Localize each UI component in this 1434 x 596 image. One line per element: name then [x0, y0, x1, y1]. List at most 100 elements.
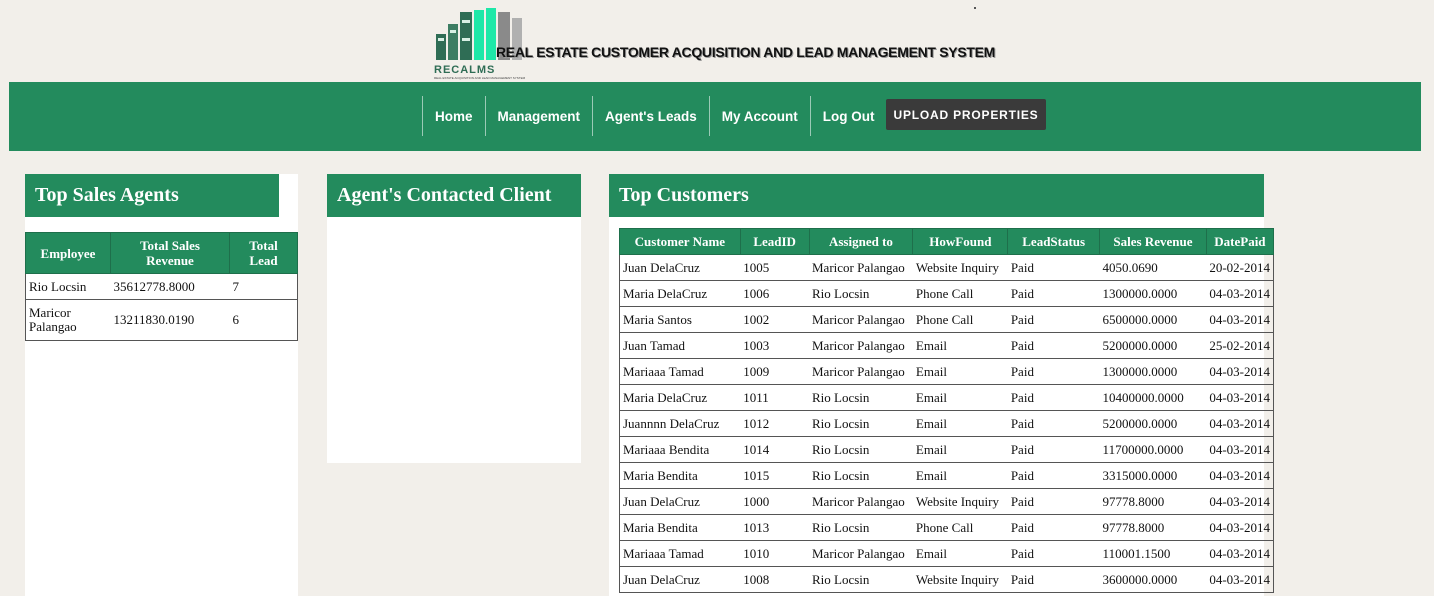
- cell-lead-id: 1011: [740, 384, 809, 411]
- top-customers-title: Top Customers: [609, 174, 1264, 217]
- cell-how-found: Email: [912, 384, 1008, 411]
- cell-sales-revenue: 5200000.0000: [1099, 410, 1207, 437]
- nav-management[interactable]: Management: [484, 96, 593, 136]
- table-row: Maria DelaCruz 1011 Rio Locsin Email Paid 104…: [619, 384, 1274, 411]
- cell-date-paid: 04-03-2014: [1206, 436, 1274, 463]
- cell-lead-id: 1006: [740, 280, 809, 307]
- cell-lead-status: Paid: [1007, 514, 1100, 541]
- cell-how-found: Phone Call: [912, 280, 1008, 307]
- table-row: Mariaaa Tamad 1009 Maricor Palangao Email Pa…: [619, 358, 1274, 385]
- cell-how-found: Phone Call: [912, 514, 1008, 541]
- cell-lead-id: 1000: [740, 488, 809, 515]
- cell-assigned-to: Maricor Palangao: [809, 332, 913, 359]
- cell-lead-id: 1010: [740, 540, 809, 567]
- table-row: Rio Locsin 35612778.8000 7: [25, 273, 298, 300]
- cell-how-found: Email: [912, 332, 1008, 359]
- cell-sales-revenue: 97778.8000: [1099, 514, 1207, 541]
- cell-sales-revenue: 1300000.0000: [1099, 280, 1207, 307]
- nav-menu: Home Management Agent's Leads My Account…: [422, 96, 887, 136]
- cell-date-paid: 04-03-2014: [1206, 358, 1274, 385]
- cell-sales-revenue: 4050.0690: [1099, 254, 1207, 281]
- main-navbar: Home Management Agent's Leads My Account…: [9, 82, 1421, 151]
- upload-properties-button[interactable]: UPLOAD PROPERTIES: [886, 99, 1046, 130]
- cell-lead-id: 1012: [740, 410, 809, 437]
- cell-customer-name: Juan Tamad: [619, 332, 741, 359]
- cell-revenue: 35612778.8000: [110, 273, 230, 300]
- cell-customer-name: Juan DelaCruz: [619, 566, 741, 593]
- cell-lead-status: Paid: [1007, 540, 1100, 567]
- cell-total-lead: 7: [229, 273, 298, 300]
- cell-lead-status: Paid: [1007, 410, 1100, 437]
- table-header-row: Customer Name LeadID Assigned to HowFoun…: [619, 228, 1275, 255]
- cell-assigned-to: Rio Locsin: [809, 514, 913, 541]
- cell-assigned-to: Maricor Palangao: [809, 488, 913, 515]
- cell-employee: Rio Locsin: [25, 273, 111, 300]
- cell-assigned-to: Rio Locsin: [809, 410, 913, 437]
- cell-assigned-to: Rio Locsin: [809, 566, 913, 593]
- site-title: REAL ESTATE CUSTOMER ACQUISITION AND LEA…: [496, 44, 996, 60]
- logo-subtext: REAL ESTATE ACQUISITION AND LEAD MANAGEM…: [434, 76, 526, 80]
- cell-lead-id: 1015: [740, 462, 809, 489]
- nav-my-account[interactable]: My Account: [708, 96, 810, 136]
- table-row: Maria Bendita 1013 Rio Locsin Phone Call Pai…: [619, 514, 1274, 541]
- cell-how-found: Email: [912, 410, 1008, 437]
- cell-assigned-to: Maricor Palangao: [809, 306, 913, 333]
- cell-customer-name: Juannnn DelaCruz: [619, 410, 741, 437]
- cell-lead-id: 1002: [740, 306, 809, 333]
- table-header-row: Employee Total Sales Revenue Total Lead: [25, 232, 298, 274]
- nav-log-out[interactable]: Log Out: [809, 96, 887, 136]
- cell-sales-revenue: 11700000.0000: [1099, 436, 1207, 463]
- cell-sales-revenue: 1300000.0000: [1099, 358, 1207, 385]
- nav-home[interactable]: Home: [422, 96, 485, 136]
- column-header: Sales Revenue: [1099, 228, 1207, 255]
- cell-customer-name: Mariaaa Tamad: [619, 358, 741, 385]
- cell-assigned-to: Rio Locsin: [809, 384, 913, 411]
- cell-sales-revenue: 110001.1500: [1099, 540, 1207, 567]
- cell-assigned-to: Rio Locsin: [809, 436, 913, 463]
- cell-customer-name: Maria DelaCruz: [619, 280, 741, 307]
- cell-how-found: Website Inquiry: [912, 566, 1008, 593]
- table-row: Mariaaa Bendita 1014 Rio Locsin Email Paid 11…: [619, 436, 1274, 463]
- cell-how-found: Phone Call: [912, 306, 1008, 333]
- cell-lead-status: Paid: [1007, 436, 1100, 463]
- cell-date-paid: 04-03-2014: [1206, 540, 1274, 567]
- nav-agents-leads[interactable]: Agent's Leads: [592, 96, 709, 136]
- cell-lead-id: 1014: [740, 436, 809, 463]
- cell-sales-revenue: 5200000.0000: [1099, 332, 1207, 359]
- cell-lead-status: Paid: [1007, 306, 1100, 333]
- agents-contacted-panel: [327, 174, 581, 463]
- cell-lead-status: Paid: [1007, 566, 1100, 593]
- column-header: Customer Name: [619, 228, 741, 255]
- cell-employee: Maricor Palangao: [25, 299, 111, 341]
- cell-sales-revenue: 97778.8000: [1099, 488, 1207, 515]
- cell-how-found: Email: [912, 462, 1008, 489]
- cell-how-found: Email: [912, 436, 1008, 463]
- table-row: Maria Bendita 1015 Rio Locsin Email Paid 3315…: [619, 462, 1274, 489]
- column-header: DatePaid: [1205, 228, 1275, 255]
- cell-how-found: Website Inquiry: [912, 488, 1008, 515]
- cell-sales-revenue: 6500000.0000: [1099, 306, 1207, 333]
- column-header: Assigned to: [808, 228, 914, 255]
- cell-revenue: 13211830.0190: [110, 299, 230, 341]
- cell-customer-name: Juan DelaCruz: [619, 488, 741, 515]
- cell-customer-name: Maria Bendita: [619, 514, 741, 541]
- logo-text: RECALMS: [434, 64, 496, 76]
- column-header: Total Sales Revenue: [110, 232, 230, 274]
- cell-lead-status: Paid: [1007, 384, 1100, 411]
- agents-contacted-title: Agent's Contacted Client: [327, 174, 581, 217]
- cell-lead-id: 1005: [740, 254, 809, 281]
- cell-sales-revenue: 10400000.0000: [1099, 384, 1207, 411]
- cell-assigned-to: Rio Locsin: [809, 462, 913, 489]
- column-header: LeadStatus: [1007, 228, 1101, 255]
- table-row: Juan DelaCruz 1008 Rio Locsin Website Inqui…: [619, 566, 1274, 593]
- cell-assigned-to: Maricor Palangao: [809, 540, 913, 567]
- table-row: Maria Santos 1002 Maricor Palangao Phone Ca…: [619, 306, 1274, 333]
- decorative-dot: [974, 7, 976, 9]
- cell-sales-revenue: 3600000.0000: [1099, 566, 1207, 593]
- cell-lead-status: Paid: [1007, 254, 1100, 281]
- cell-lead-id: 1003: [740, 332, 809, 359]
- column-header: LeadID: [739, 228, 810, 255]
- cell-date-paid: 25-02-2014: [1206, 332, 1274, 359]
- cell-customer-name: Mariaaa Tamad: [619, 540, 741, 567]
- cell-customer-name: Maria Santos: [619, 306, 741, 333]
